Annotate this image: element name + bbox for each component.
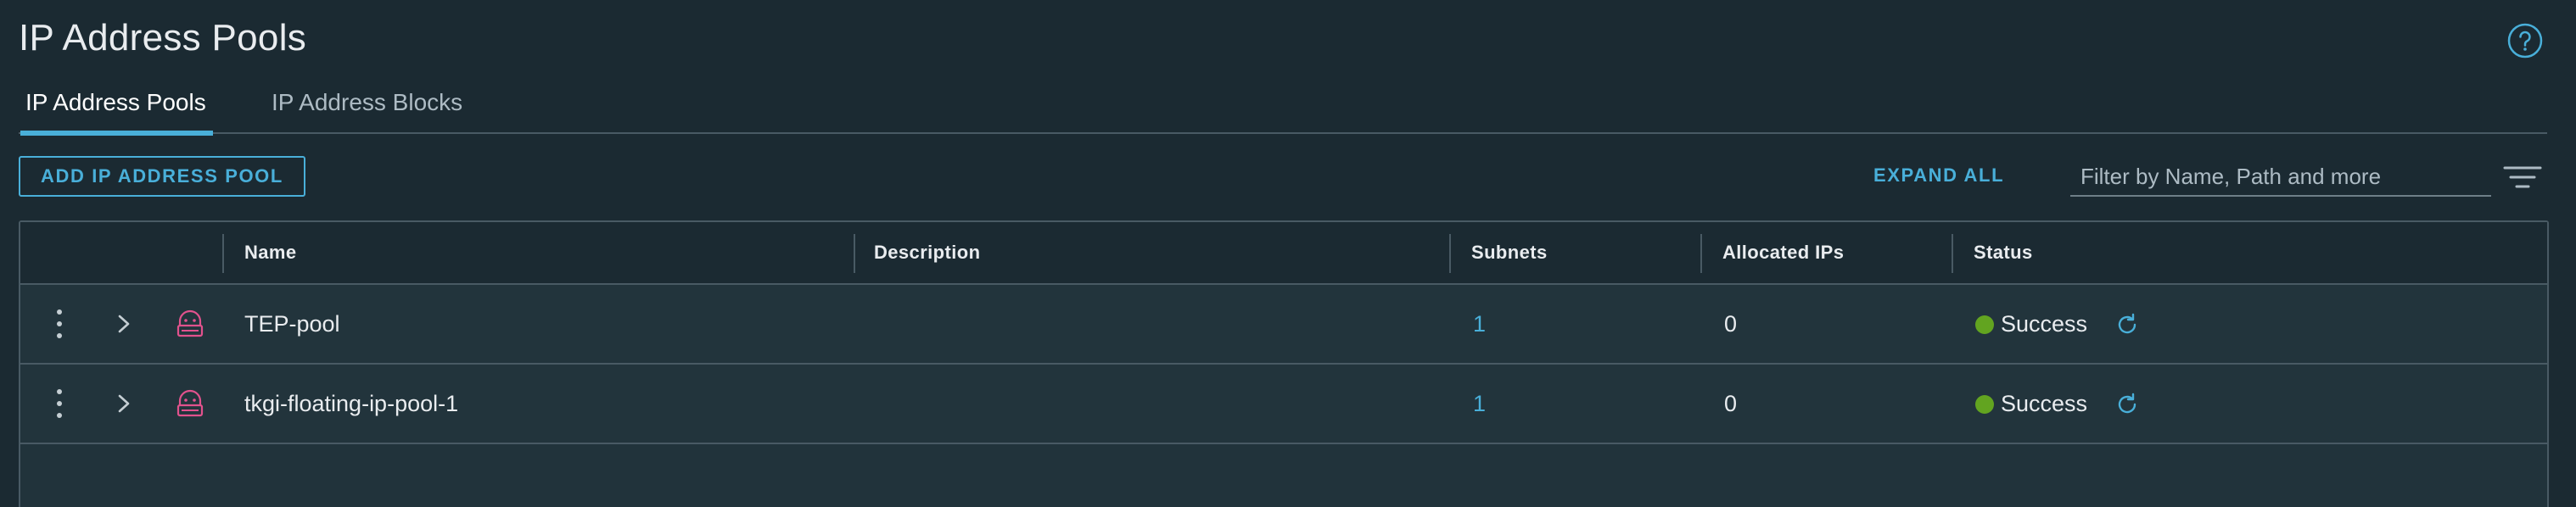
pool-name-cell: TEP-pool	[244, 311, 340, 337]
chevron-right-icon[interactable]	[112, 312, 136, 336]
status-text: Success	[2001, 391, 2088, 416]
column-separator[interactable]	[1700, 234, 1702, 273]
pool-name-cell: tkgi-floating-ip-pool-1	[244, 391, 459, 416]
column-header-name[interactable]: Name	[244, 222, 297, 283]
refresh-icon[interactable]	[2114, 392, 2140, 417]
datagrid-header: Name Description Subnets Allocated IPs S…	[20, 222, 2547, 285]
column-separator[interactable]	[222, 234, 224, 273]
allocated-ips-cell: 0	[1724, 391, 1738, 416]
help-circle-icon[interactable]	[2506, 22, 2544, 59]
subnets-count-link[interactable]: 1	[1473, 285, 1486, 363]
status-text: Success	[2001, 311, 2088, 337]
column-header-description[interactable]: Description	[874, 222, 980, 283]
column-separator[interactable]	[854, 234, 855, 273]
column-header-subnets[interactable]: Subnets	[1471, 222, 1548, 283]
tab-ip-address-blocks[interactable]: IP Address Blocks	[272, 86, 462, 132]
filter-input[interactable]	[2070, 158, 2491, 197]
tab-ip-address-pools[interactable]: IP Address Pools	[20, 86, 213, 136]
pools-datagrid: Name Description Subnets Allocated IPs S…	[19, 220, 2549, 507]
page: IP Address Pools IP Address Pools IP Add…	[0, 0, 2576, 507]
page-title: IP Address Pools	[19, 17, 307, 58]
allocated-ips-cell: 0	[1724, 311, 1738, 337]
success-status-icon	[1975, 315, 1994, 334]
more-actions-icon[interactable]	[51, 307, 68, 341]
add-ip-address-pool-button[interactable]: ADD IP ADDRESS POOL	[19, 156, 305, 197]
tab-bar: IP Address Pools IP Address Blocks	[19, 86, 2547, 136]
table-row: tkgi-floating-ip-pool-1 1 0 Success	[20, 365, 2547, 444]
success-status-icon	[1975, 395, 1994, 414]
chevron-right-icon[interactable]	[112, 392, 136, 415]
column-header-status[interactable]: Status	[1974, 222, 2033, 283]
column-separator[interactable]	[1449, 234, 1451, 273]
table-row: TEP-pool 1 0 Success	[20, 285, 2547, 365]
filter-icon[interactable]	[2503, 164, 2542, 190]
column-separator[interactable]	[1952, 234, 1953, 273]
ip-pool-icon	[176, 309, 204, 337]
column-header-allocated-ips[interactable]: Allocated IPs	[1722, 222, 1844, 283]
more-actions-icon[interactable]	[51, 387, 68, 421]
ip-pool-icon	[176, 389, 204, 417]
subnets-count-link[interactable]: 1	[1473, 365, 1486, 443]
expand-all-link[interactable]: EXPAND ALL	[1873, 163, 2004, 188]
refresh-icon[interactable]	[2114, 312, 2140, 337]
